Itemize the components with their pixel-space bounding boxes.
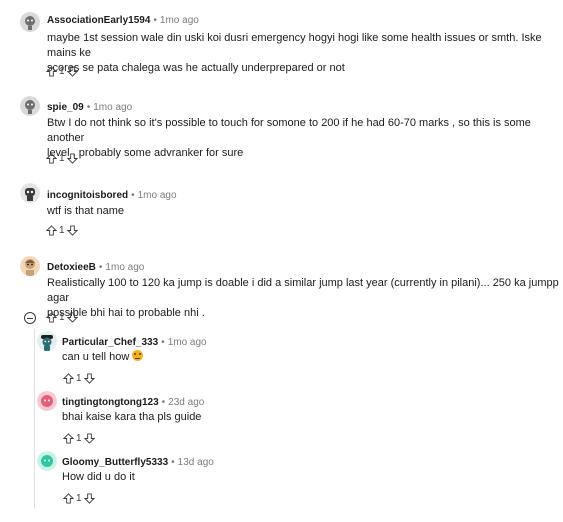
avatar[interactable] [20,256,40,276]
timestamp[interactable]: 1mo ago [168,337,207,348]
upvote-icon[interactable] [45,152,57,164]
downvote-icon[interactable] [67,224,79,236]
username[interactable]: Particular_Chef_333 [62,337,158,348]
timestamp[interactable]: 23d ago [168,397,204,408]
avatar-icon [20,96,40,116]
avatar[interactable] [20,183,40,203]
vote-bar: 1 [45,310,79,324]
comment-text: scores se pata chalega was he actually u… [47,62,345,74]
avatar[interactable] [37,391,57,411]
comment-text: Btw I do not think so it's possible to t… [47,117,531,144]
timestamp[interactable]: 13d ago [178,457,214,468]
avatar[interactable] [20,96,40,116]
avatar-icon [37,391,57,411]
downvote-icon[interactable] [67,311,79,323]
vote-bar: 1 [62,371,96,385]
separator: • [153,15,157,26]
comment-text: wtf is that name [47,205,125,217]
separator: • [131,190,135,201]
vote-count: 1 [76,432,82,444]
avatar[interactable] [37,331,57,351]
avatar-icon [20,256,40,276]
username[interactable]: Gloomy_Butterfly5333 [62,457,168,468]
vote-count: 1 [59,224,65,236]
separator: • [86,102,91,113]
vote-count: 1 [59,311,65,323]
vote-bar: 1 [62,431,96,445]
vote-count: 1 [76,372,82,384]
vote-bar: 1 [45,64,79,78]
comment-text: maybe 1st session wale din uski koi dusr… [47,32,542,59]
thread-line [34,328,35,508]
vote-bar: 1 [45,223,79,237]
comment-text: How did u do it [62,471,135,483]
downvote-icon[interactable] [84,492,96,504]
username[interactable]: DetoxieeB [47,262,96,273]
comment-text: Realistically 100 to 120 ka jump is doab… [47,277,559,304]
downvote-icon[interactable] [84,432,96,444]
timestamp[interactable]: 1mo ago [105,262,144,273]
upvote-icon[interactable] [45,224,57,236]
comment-text: can u tell how [62,351,130,363]
avatar[interactable] [20,12,40,32]
upvote-icon[interactable] [45,65,57,77]
separator: • [171,457,175,468]
avatar[interactable] [37,451,57,471]
vote-count: 1 [59,65,65,77]
upvote-icon[interactable] [62,372,74,384]
separator: • [98,262,103,273]
avatar-icon [20,183,40,203]
collapse-thread-icon[interactable] [24,312,36,324]
timestamp[interactable]: 1mo ago [138,190,177,201]
upvote-icon[interactable] [45,311,57,323]
upvote-icon[interactable] [62,492,74,504]
separator: • [161,337,165,348]
avatar-icon [20,12,40,32]
vote-count: 1 [59,152,65,164]
username[interactable]: AssociationEarly1594 [47,15,150,26]
avatar-icon [37,331,57,351]
downvote-icon[interactable] [84,372,96,384]
upvote-icon[interactable] [62,432,74,444]
comment-text: level , probably some advranker for sure [47,147,244,159]
vote-bar: 1 [62,491,96,505]
username[interactable]: tingtingtongtong123 [62,397,159,408]
comment-text: possible bhi hai to probable nhi . [47,307,205,319]
downvote-icon[interactable] [67,152,79,164]
sweat-smile-emoji-icon [132,350,144,361]
username[interactable]: spie_09 [47,102,84,113]
vote-count: 1 [76,492,82,504]
timestamp[interactable]: 1mo ago [160,15,199,26]
timestamp[interactable]: 1mo ago [93,102,132,113]
comment-text: bhai kaise kara tha pls guide [62,411,202,423]
avatar-icon [37,451,57,471]
downvote-icon[interactable] [67,65,79,77]
username[interactable]: incognitoisbored [47,190,128,201]
vote-bar: 1 [45,151,79,165]
separator: • [161,397,166,408]
